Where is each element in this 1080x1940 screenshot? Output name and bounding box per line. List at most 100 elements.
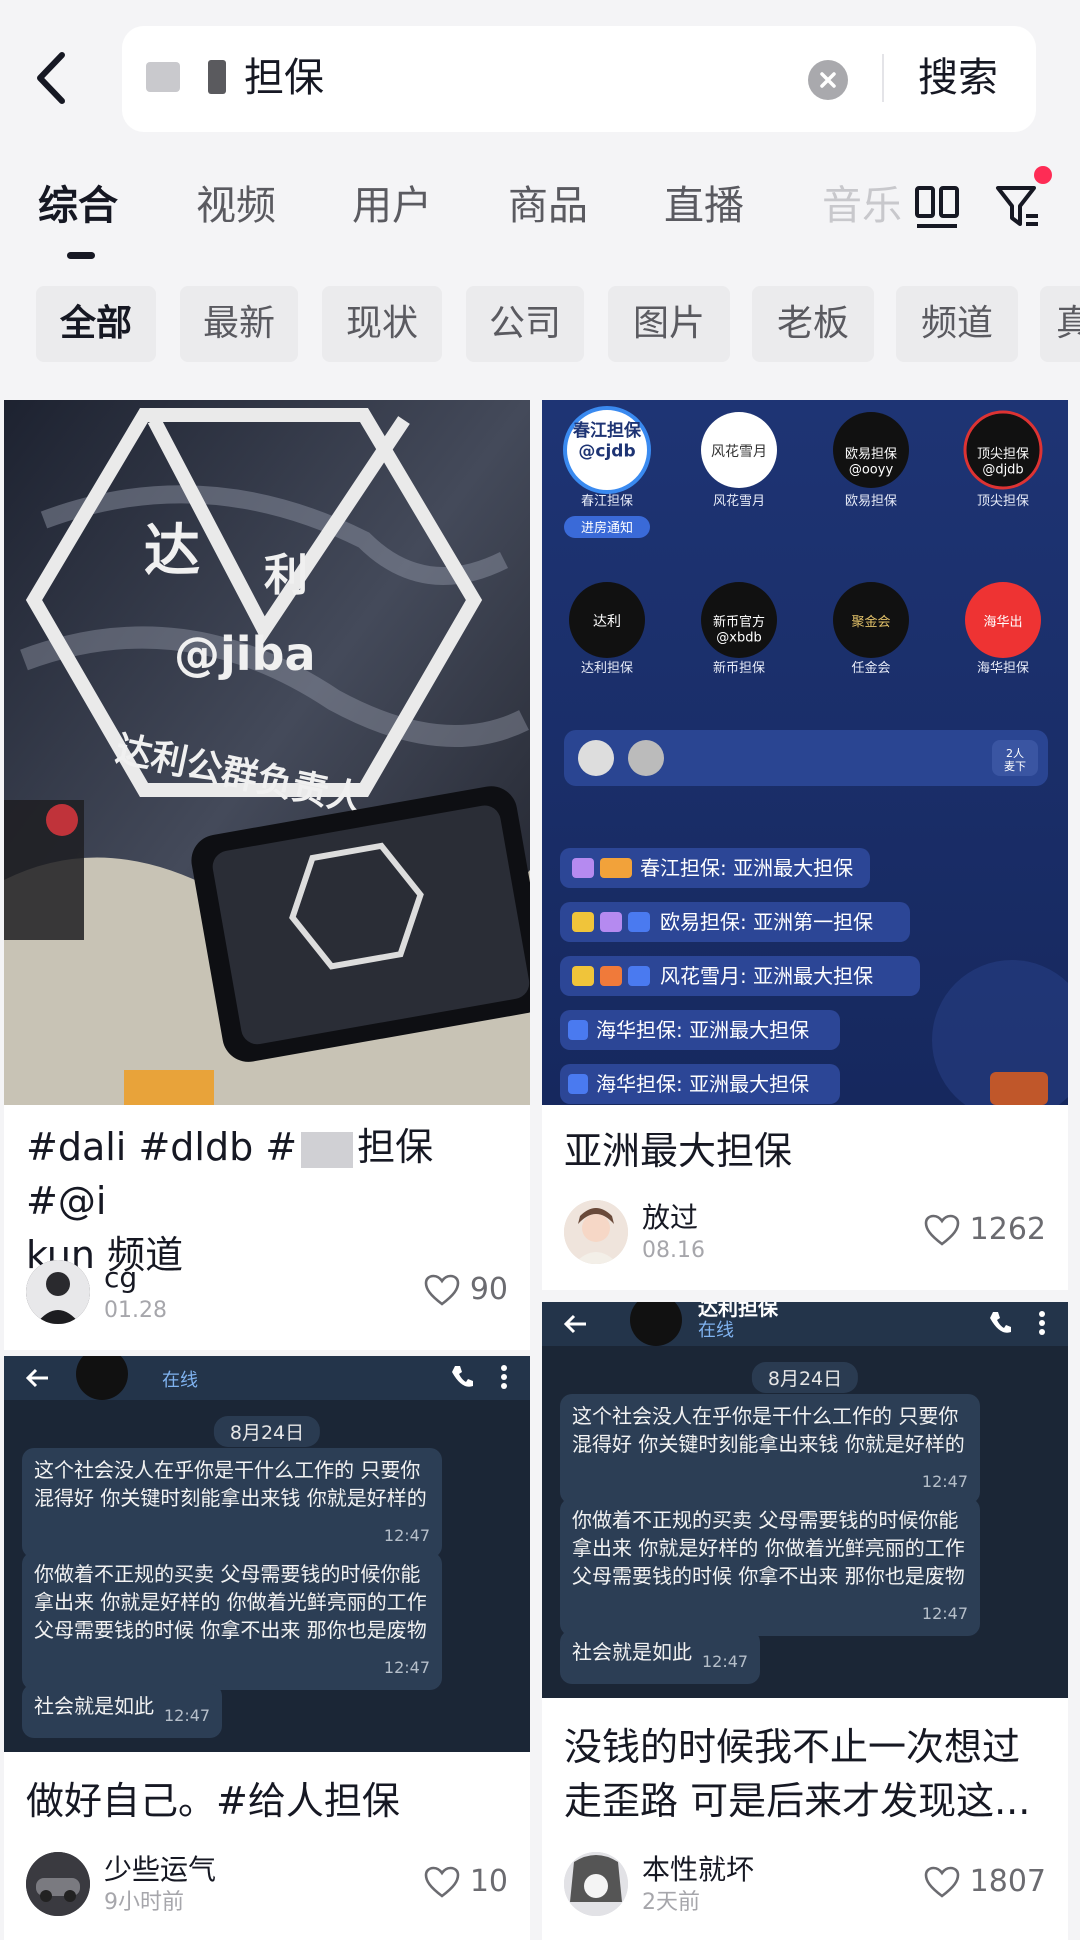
avatar[interactable] xyxy=(26,1852,90,1916)
author-name[interactable]: cg xyxy=(104,1260,137,1296)
search-button[interactable]: 搜索 xyxy=(918,50,998,106)
heart-icon xyxy=(924,1866,959,1898)
thumbnail-image: 达 利 @jiba 达利公群负责人 xyxy=(4,400,530,1105)
like-button[interactable]: 1262 xyxy=(924,1212,1046,1247)
chip-more[interactable]: 真 xyxy=(1040,286,1080,362)
author-name[interactable]: 本性就坏 xyxy=(642,1852,754,1888)
chip-boss[interactable]: 老板 xyxy=(752,286,874,362)
host-label: 顶尖担保 xyxy=(977,494,1029,509)
chip-status[interactable]: 现状 xyxy=(322,286,442,362)
video-card[interactable]: 春江担保@cjdb 风花雪月 欧易担保@ooyy 顶尖担保@djdb 达利 新币… xyxy=(542,400,1068,1290)
avatar[interactable] xyxy=(564,1852,628,1916)
host-label: 达利担保 xyxy=(581,661,633,676)
video-card[interactable]: 在线 8月24日 这个社会没人在乎你是干什么工作的 只要你混得好 你关键时刻能拿… xyxy=(4,1356,530,1940)
host-avatar-text: 聚金会 xyxy=(851,614,890,630)
chat-bubble-text: 你做着不正规的买卖 父母需要钱的时候你能拿出来 你就是好样的 你做着光鲜亮丽的工… xyxy=(572,1508,965,1588)
divider xyxy=(882,54,884,102)
room-message: 春江担保: 亚洲最大担保 xyxy=(640,856,853,880)
back-button[interactable] xyxy=(22,36,82,120)
chat-bubble-text: 这个社会没人在乎你是干什么工作的 只要你混得好 你关键时刻能拿出来钱 你就是好样… xyxy=(572,1404,965,1456)
heart-icon xyxy=(424,1866,460,1898)
avatar-image xyxy=(26,1260,90,1324)
svg-text-line: 春江担保 xyxy=(573,420,642,441)
chat-screenshot: 达利担保 在线 8月24日 这个社会没人在乎你是干什么工作的 只要你混得好 你关… xyxy=(542,1302,1068,1698)
chip-all[interactable]: 全部 xyxy=(36,286,156,362)
svg-text-line: 顶尖担保 xyxy=(977,447,1029,462)
filter-button[interactable] xyxy=(994,180,1042,232)
chat-status: 在线 xyxy=(162,1370,198,1391)
chat-time: 12:47 xyxy=(921,1472,968,1491)
chip-latest[interactable]: 最新 xyxy=(180,286,298,362)
avatar[interactable] xyxy=(564,1200,628,1264)
tab-live[interactable]: 直播 xyxy=(664,178,744,234)
tab-product[interactable]: 商品 xyxy=(508,178,588,234)
room-message: 海华担保: 亚洲最大担保 xyxy=(596,1018,809,1042)
chat-time: 12:47 xyxy=(383,1526,430,1545)
arrow-left-icon xyxy=(25,1368,48,1388)
card-title: 做好自己。#给人担保 xyxy=(26,1779,400,1823)
chat-bubble-text: 这个社会没人在乎你是干什么工作的 只要你混得好 你关键时刻能拿出来钱 你就是好样… xyxy=(34,1458,427,1510)
chevron-left-icon xyxy=(37,52,65,104)
host-label: 风花雪月 xyxy=(713,493,765,509)
search-query: 担保 xyxy=(244,55,324,101)
chat-time: 12:47 xyxy=(164,1706,211,1725)
arrow-left-icon xyxy=(563,1314,586,1334)
host-label: 海华担保 xyxy=(977,661,1029,676)
post-date: 08.16 xyxy=(642,1238,705,1263)
card-thumbnail: 达利担保 在线 8月24日 这个社会没人在乎你是干什么工作的 只要你混得好 你关… xyxy=(542,1302,1068,1698)
host-label: 欧易担保 xyxy=(845,494,897,509)
like-button[interactable]: 1807 xyxy=(924,1864,1046,1899)
chat-avatar xyxy=(76,1356,128,1400)
avatar-image xyxy=(564,1200,628,1264)
card-title: 亚洲最大担保 xyxy=(564,1129,793,1173)
chip-company[interactable]: 公司 xyxy=(466,286,584,362)
search-input[interactable]: 担保 搜索 xyxy=(122,26,1036,132)
card-thumbnail: 在线 8月24日 这个社会没人在乎你是干什么工作的 只要你混得好 你关键时刻能拿… xyxy=(4,1356,530,1752)
svg-text-line: @djdb xyxy=(982,463,1023,478)
redaction-block xyxy=(146,62,180,92)
like-count: 1262 xyxy=(969,1212,1046,1247)
author-name[interactable]: 少些运气 xyxy=(104,1852,216,1888)
post-date: 2天前 xyxy=(642,1890,700,1915)
host-avatar-text: 春江担保@cjdb xyxy=(573,420,642,461)
chip-images[interactable]: 图片 xyxy=(608,286,730,362)
chip-channel[interactable]: 频道 xyxy=(896,286,1018,362)
card-thumbnail: 春江担保@cjdb 风花雪月 欧易担保@ooyy 顶尖担保@djdb 达利 新币… xyxy=(542,400,1068,1105)
video-card[interactable]: 达 利 @jiba 达利公群负责人 #dali #dldb # 担保 #@i ku… xyxy=(4,400,530,1350)
voice-room-screenshot: 春江担保@cjdb 风花雪月 欧易担保@ooyy 顶尖担保@djdb 达利 新币… xyxy=(542,400,1068,1105)
tab-video[interactable]: 视频 xyxy=(196,178,276,234)
svg-text-line: 欧易担保 xyxy=(845,447,897,462)
host-label: 新币担保 xyxy=(713,660,765,676)
author-name[interactable]: 放过 xyxy=(642,1200,698,1236)
tab-comprehensive[interactable]: 综合 xyxy=(38,178,118,234)
chat-bubble: 社会就是如此 12:47 xyxy=(560,1630,761,1684)
room-message: 欧易担保: 亚洲第一担保 xyxy=(660,910,873,934)
chat-time: 12:47 xyxy=(921,1604,968,1623)
chat-date: 8月24日 xyxy=(751,1362,859,1393)
clear-button[interactable] xyxy=(808,60,848,100)
host-avatar-text: 风花雪月 xyxy=(711,444,767,460)
layout-toggle-button[interactable] xyxy=(914,182,960,232)
card-title-text: 走歪路 可是后来才发现这... xyxy=(564,1779,1031,1823)
filter-icon xyxy=(996,186,1038,226)
avatar[interactable] xyxy=(26,1260,90,1324)
chat-bubble-text: 社会就是如此 xyxy=(572,1640,692,1664)
post-date: 01.28 xyxy=(104,1298,167,1323)
card-title-text: 没钱的时候我不止一次想过 xyxy=(564,1725,1021,1769)
host-avatar-text: 新币官方@xbdb xyxy=(713,614,765,646)
room-message: 海华担保: 亚洲最大担保 xyxy=(596,1072,809,1096)
tab-music[interactable]: 音乐 xyxy=(822,178,908,234)
svg-text-line: 2人 xyxy=(1006,747,1024,760)
video-card[interactable]: 达利担保 在线 8月24日 这个社会没人在乎你是干什么工作的 只要你混得好 你关… xyxy=(542,1302,1068,1940)
like-count: 90 xyxy=(469,1272,508,1307)
svg-text-line: @xbdb xyxy=(716,631,761,646)
host-avatar-text: 顶尖担保@djdb xyxy=(977,447,1029,478)
close-icon xyxy=(820,72,836,88)
like-button[interactable]: 90 xyxy=(424,1272,508,1307)
tab-user[interactable]: 用户 xyxy=(352,178,432,234)
phone-icon xyxy=(990,1312,1011,1333)
like-button[interactable]: 10 xyxy=(424,1864,508,1899)
more-icon xyxy=(1039,1311,1045,1335)
search-header: 担保 搜索 xyxy=(0,0,1080,160)
svg-text-line: 麦下 xyxy=(1004,760,1026,773)
